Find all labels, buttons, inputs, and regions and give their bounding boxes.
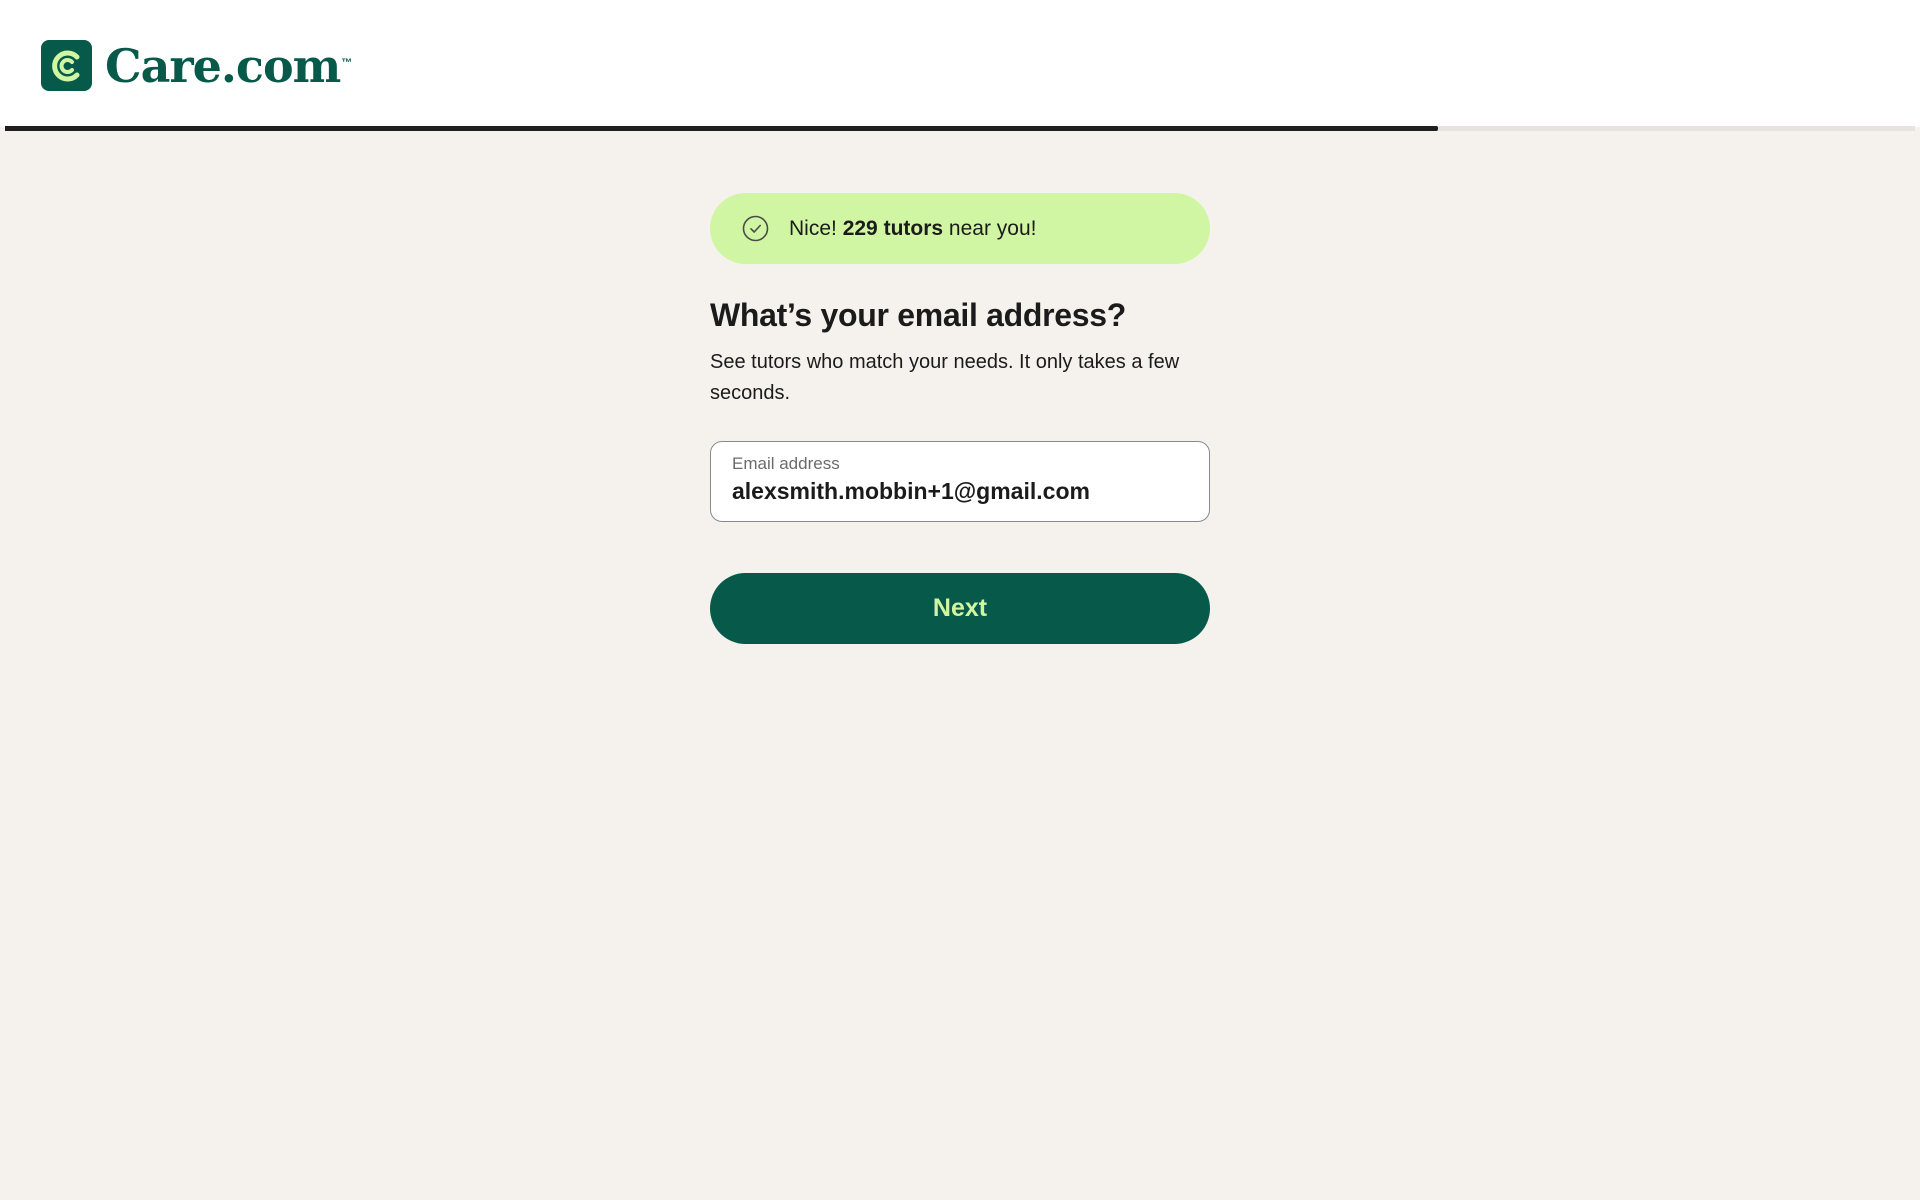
banner-prefix: Nice! (789, 216, 837, 240)
page-title: What’s your email address? (710, 297, 1127, 333)
banner-suffix: near you! (948, 216, 1037, 240)
next-button[interactable]: Next (710, 573, 1210, 644)
logo-wordmark: Care.com (105, 38, 341, 93)
progress-bar (5, 126, 1915, 131)
care-c-logo-icon (41, 40, 92, 91)
header: Care.com ™ (0, 0, 1920, 127)
email-field-label: Email address (732, 454, 840, 473)
care-logo[interactable]: Care.com ™ (41, 40, 352, 91)
page-subtitle: See tutors who match your needs. It only… (710, 351, 1180, 404)
email-input[interactable] (732, 478, 1188, 505)
email-step: Nice! 229 tutors near you! What’s your e… (710, 193, 1210, 644)
tutors-found-banner: Nice! 229 tutors near you! (710, 193, 1210, 264)
tutor-count: 229 tutors (842, 216, 944, 240)
logo-trademark: ™ (341, 57, 353, 69)
check-circle-icon (742, 215, 769, 242)
email-field[interactable]: Email address (710, 441, 1210, 522)
banner-text: Nice! 229 tutors near you! (789, 217, 1036, 241)
progress-bar-fill (5, 126, 1438, 131)
